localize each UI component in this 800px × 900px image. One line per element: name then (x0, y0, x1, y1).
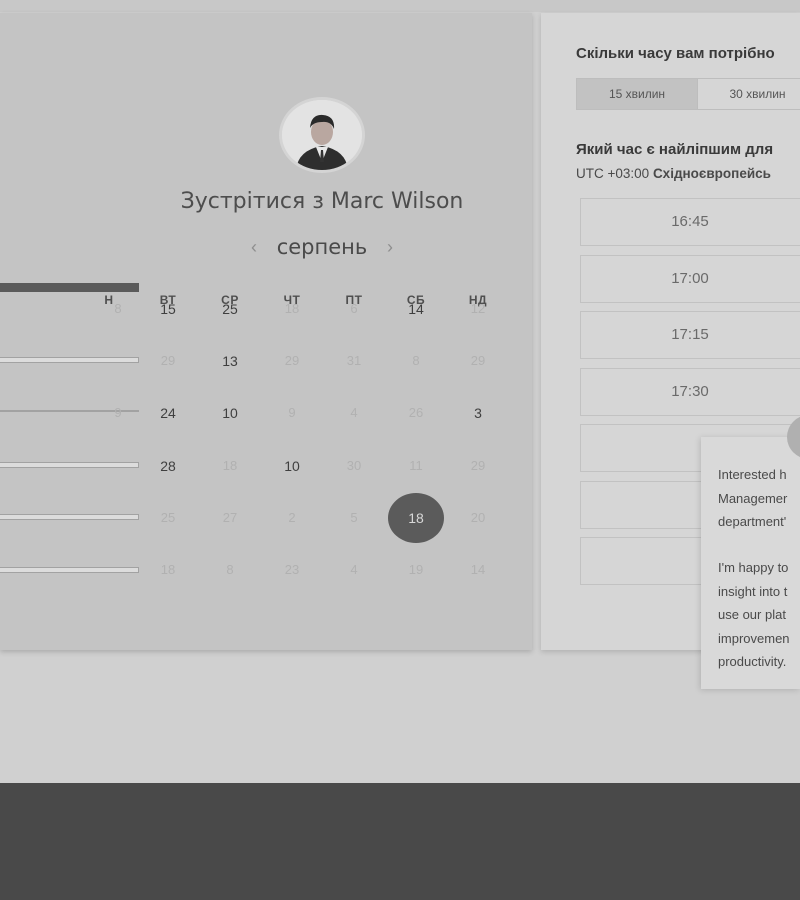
calendar-day[interactable]: 26 (394, 403, 438, 423)
calendar-day[interactable]: 8 (96, 299, 140, 319)
calendar-day[interactable]: 2 (270, 508, 314, 528)
chevron-right-icon[interactable]: › (378, 235, 402, 259)
calendar-day[interactable]: 29 (146, 351, 190, 371)
row-bar (0, 514, 139, 520)
duration-tab-15[interactable]: 15 хвилин (577, 79, 697, 109)
calendar-day[interactable]: 27 (208, 508, 252, 528)
timezone-name: Східноєвропейсь (652, 166, 771, 181)
time-question: Який час є найліпшим для (576, 141, 774, 158)
duration-tabs: 15 хвилин 30 хвилин (576, 78, 800, 110)
calendar-day[interactable]: 29 (270, 351, 314, 371)
calendar-day[interactable]: 3 (456, 403, 500, 423)
timezone-line[interactable]: UTC +03:00 Східноєвропейсь (576, 166, 771, 181)
calendar-day[interactable]: 6 (332, 299, 376, 319)
calendar-day[interactable]: 19 (394, 560, 438, 580)
page-root: Зустрітися з Marc Wilson ‹ серпень › Н ВТ… (0, 0, 800, 900)
calendar-day[interactable]: 18 (146, 560, 190, 580)
calendar-day[interactable]: 5 (332, 508, 376, 528)
calendar-day[interactable]: 4 (332, 403, 376, 423)
month-navigator: ‹ серпень › (230, 235, 414, 261)
top-strip (0, 0, 800, 12)
calendar-day[interactable]: 18 (270, 299, 314, 319)
timezone-offset: UTC +03:00 (576, 166, 650, 181)
host-avatar (279, 97, 365, 173)
month-label: серпень (276, 235, 368, 259)
time-slot[interactable]: 16:45 (580, 198, 800, 246)
calendar-day[interactable]: 31 (332, 351, 376, 371)
calendar-day[interactable]: 9 (270, 403, 314, 423)
time-slot[interactable]: 17:15 (580, 311, 800, 359)
calendar-day[interactable]: 8 (394, 351, 438, 371)
calendar-day[interactable]: 24 (146, 403, 190, 423)
calendar-day[interactable]: 10 (208, 403, 252, 423)
chat-message-2: I'm happy to insight into t use our plat… (718, 560, 790, 669)
footer-band (0, 783, 800, 900)
calendar-day[interactable]: 9 (96, 403, 140, 423)
calendar-day[interactable]: 13 (208, 351, 252, 371)
calendar-day[interactable]: 10 (270, 456, 314, 476)
person-photo-icon (282, 100, 362, 170)
time-slot[interactable]: 17:30 (580, 368, 800, 416)
calendar-day[interactable]: 25 (146, 508, 190, 528)
calendar-day[interactable]: 12 (456, 299, 500, 319)
calendar-day[interactable]: 30 (332, 456, 376, 476)
chat-message-1: Interested h Managemer department' (718, 467, 788, 529)
duration-tab-30[interactable]: 30 хвилин (697, 79, 800, 109)
calendar-day[interactable]: 15 (146, 299, 190, 319)
chevron-left-icon[interactable]: ‹ (242, 235, 266, 259)
calendar-day[interactable]: 29 (456, 351, 500, 371)
calendar-day[interactable]: 29 (456, 456, 500, 476)
header-bar (0, 283, 139, 292)
row-bar (0, 462, 139, 468)
calendar-day[interactable]: 14 (456, 560, 500, 580)
row-bar (0, 357, 139, 363)
chat-popup[interactable]: Interested h Managemer department' I'm h… (701, 437, 800, 689)
calendar-day[interactable]: 23 (270, 560, 314, 580)
row-bar (0, 567, 139, 573)
calendar-day[interactable]: 4 (332, 560, 376, 580)
time-slot[interactable]: 17:00 (580, 255, 800, 303)
selected-day[interactable]: 18 (388, 493, 444, 543)
calendar-day[interactable]: 14 (394, 299, 438, 319)
duration-question: Скільки часу вам потрібно (576, 45, 775, 62)
calendar-day[interactable]: 8 (208, 560, 252, 580)
meeting-title: Зустрітися з Marc Wilson (180, 189, 464, 214)
calendar-day[interactable]: 11 (394, 456, 438, 476)
calendar-card: Зустрітися з Marc Wilson ‹ серпень › Н ВТ… (0, 13, 532, 650)
calendar-day[interactable]: 28 (146, 456, 190, 476)
calendar-day[interactable]: 20 (456, 508, 500, 528)
calendar-day[interactable]: 18 (208, 456, 252, 476)
calendar-day[interactable]: 25 (208, 299, 252, 319)
